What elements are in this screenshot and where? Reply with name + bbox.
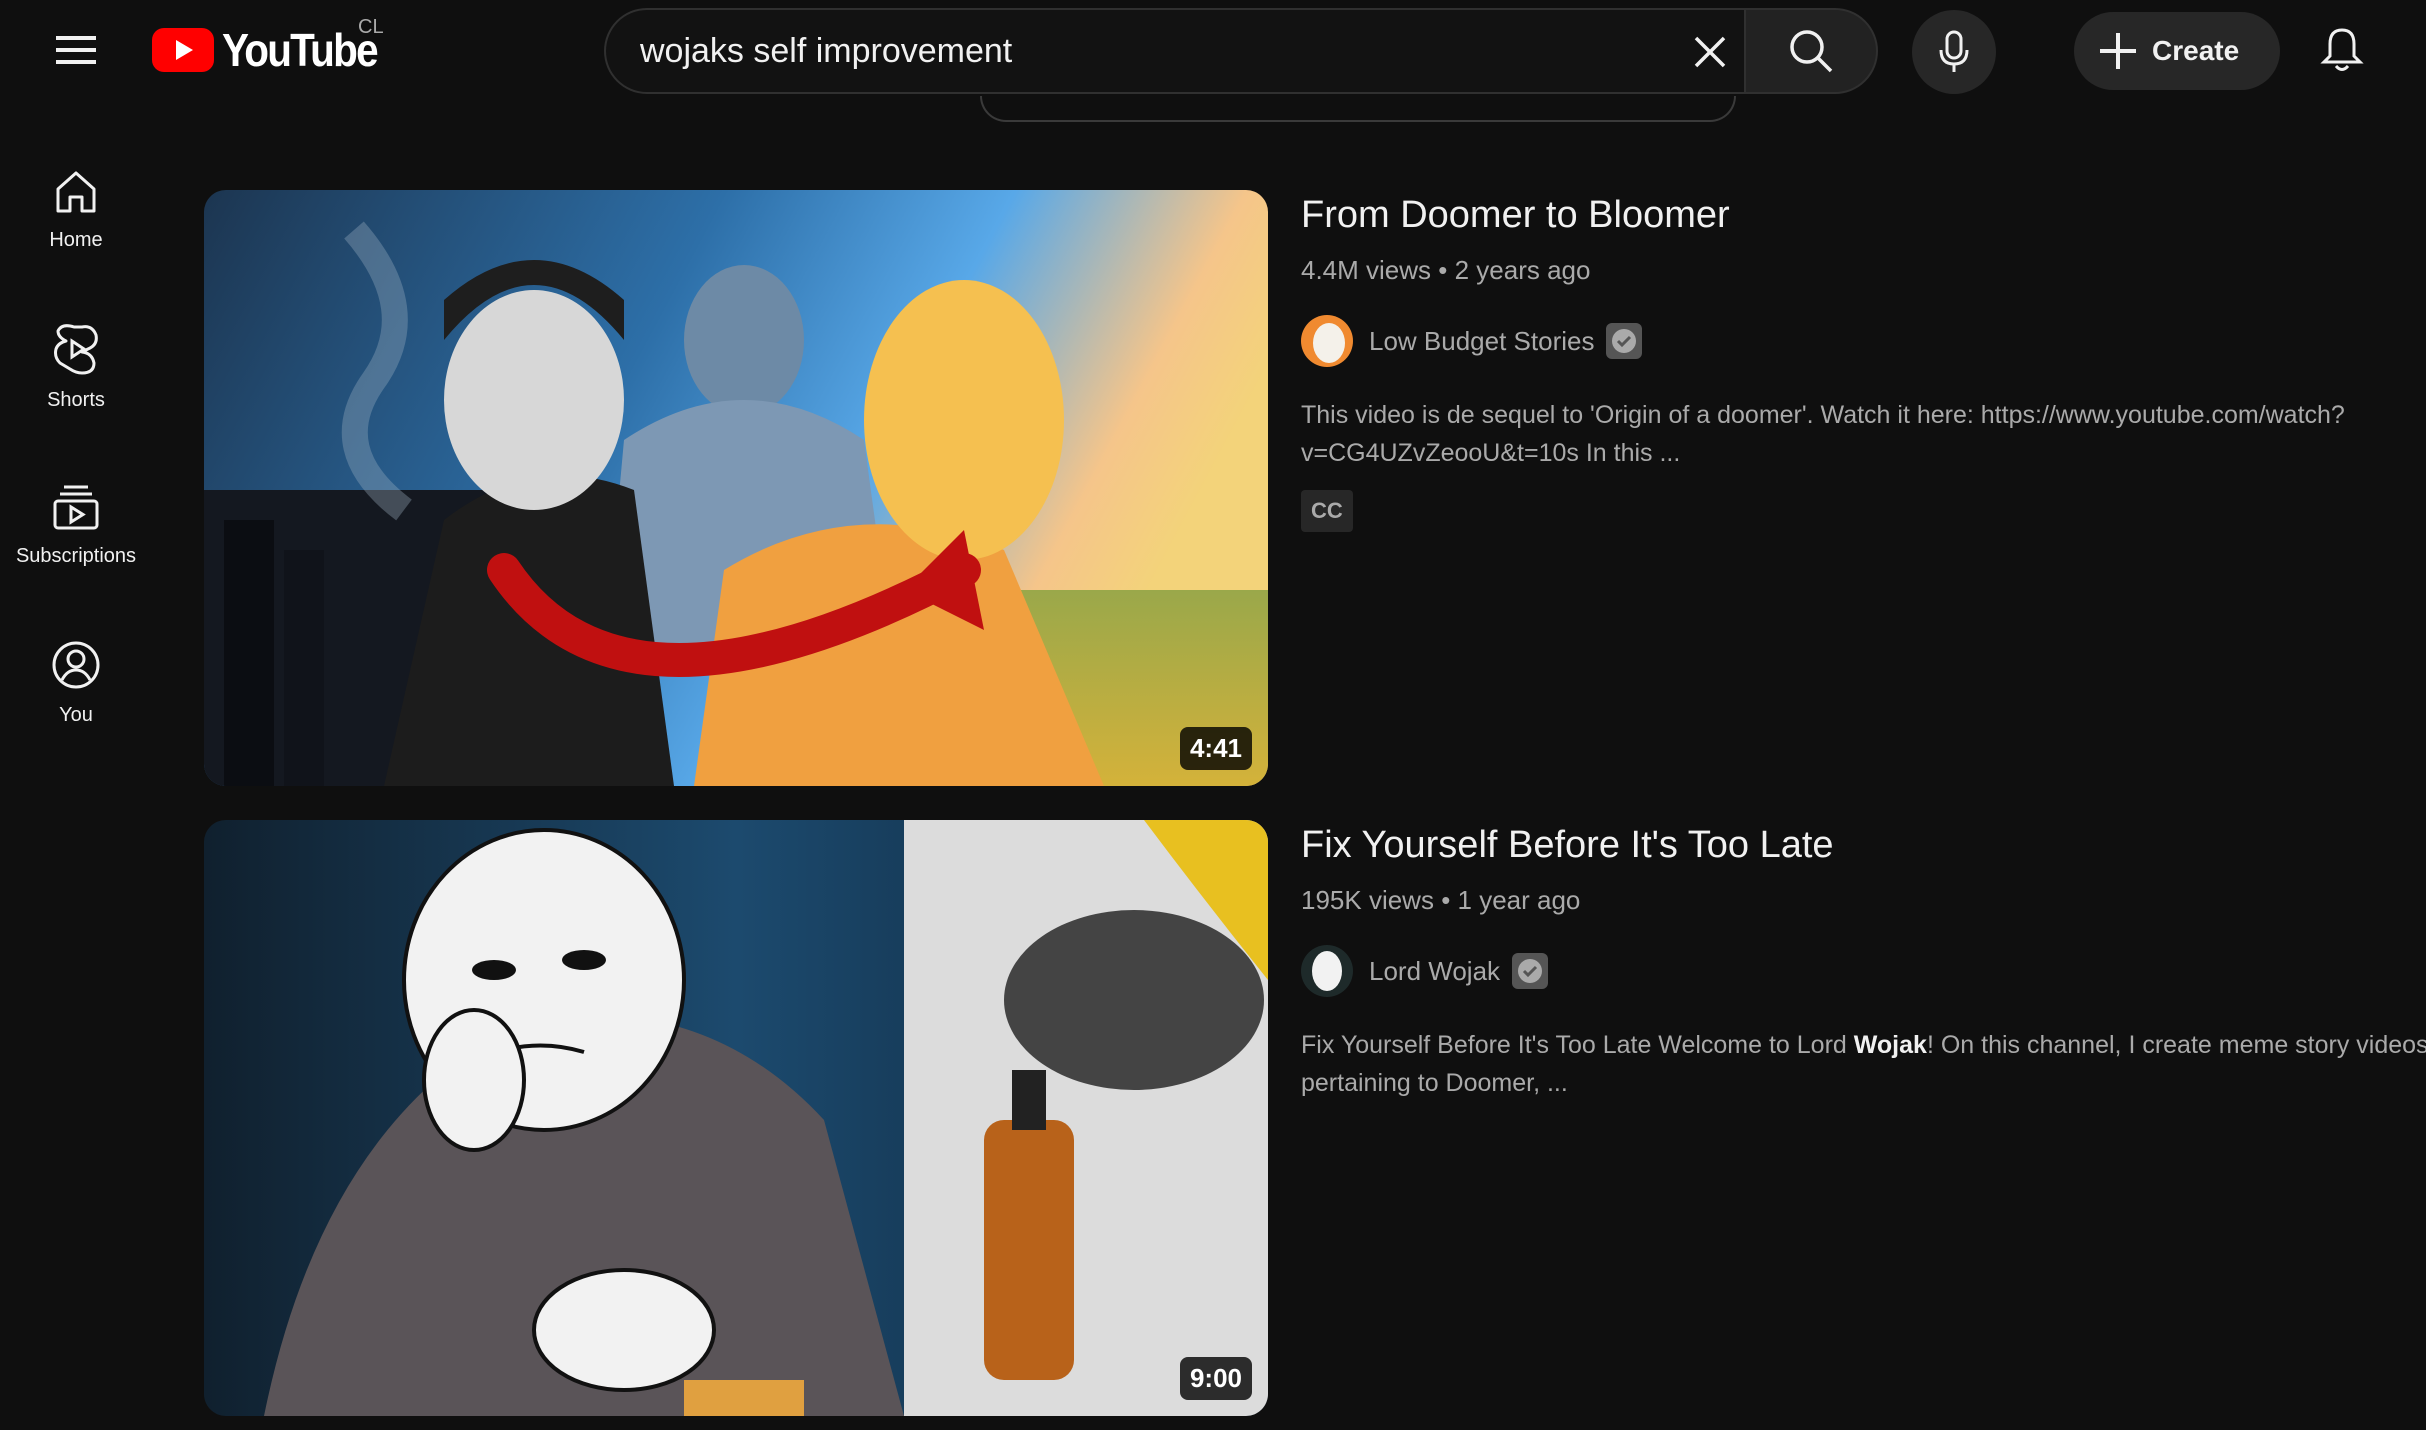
channel-row: Low Budget Stories [1301, 314, 2426, 368]
sidebar-item-label: You [59, 703, 93, 726]
search-input[interactable] [640, 10, 1630, 92]
view-count: 195K views [1301, 885, 1434, 915]
channel-name[interactable]: Lord Wojak [1369, 956, 1500, 987]
sidebar-item-label: Subscriptions [15, 544, 137, 567]
sidebar-item-you[interactable]: You [0, 604, 152, 762]
search-button[interactable] [1744, 8, 1878, 94]
close-icon [1694, 36, 1726, 68]
view-count: 4.4M views [1301, 255, 1432, 285]
upload-age: 2 years ago [1454, 255, 1591, 285]
checkmark-icon [1612, 329, 1637, 353]
video-info: From Doomer to Bloomer 4.4M views • 2 ye… [1301, 190, 2426, 532]
bell-icon [2320, 28, 2364, 71]
video-info: Fix Yourself Before It's Too Late 195K v… [1301, 820, 2426, 1102]
microphone-icon [1939, 30, 1969, 72]
sidebar-item-label: Shorts [47, 388, 105, 411]
video-result: 9:00 Fix Yourself Before It's Too Late 1… [204, 820, 2426, 1420]
channel-row: Lord Wojak [1301, 944, 2426, 998]
thumbnail-image [204, 820, 1268, 1416]
channel-avatar[interactable] [1301, 945, 1353, 997]
thumbnail-image [204, 190, 1268, 786]
verified-badge [1606, 323, 1643, 359]
video-thumbnail[interactable]: 9:00 [204, 820, 1268, 1416]
search-icon [1790, 30, 1833, 73]
subscriptions-icon [53, 485, 99, 529]
video-result: 4:41 From Doomer to Bloomer 4.4M views •… [204, 190, 2426, 790]
description-highlight: Wojak [1853, 1031, 1927, 1059]
avatar-image [1301, 315, 1353, 367]
youtube-play-icon [152, 28, 214, 72]
sidebar: Home Shorts Subscriptions You [0, 130, 152, 762]
sidebar-item-home[interactable]: Home [0, 130, 152, 288]
clear-search-button[interactable] [1682, 24, 1738, 80]
checkmark-icon [1518, 959, 1543, 983]
video-duration: 9:00 [1179, 1357, 1252, 1400]
home-icon [56, 171, 96, 212]
channel-name[interactable]: Low Budget Stories [1369, 326, 1594, 357]
meta-separator: • [1441, 885, 1458, 915]
channel-avatar[interactable] [1301, 315, 1353, 367]
video-meta: 4.4M views • 2 years ago [1301, 255, 2426, 286]
logo-text: YouTube [222, 24, 379, 76]
video-meta: 195K views • 1 year ago [1301, 885, 2426, 916]
meta-separator: • [1438, 255, 1455, 285]
avatar-image [1301, 945, 1353, 997]
filter-chips-edge [980, 96, 1736, 122]
notifications-button[interactable] [2306, 14, 2378, 86]
upload-age: 1 year ago [1457, 885, 1581, 915]
create-label: Create [2152, 35, 2240, 66]
video-thumbnail[interactable]: 4:41 [204, 190, 1268, 786]
create-button[interactable]: Create [2074, 12, 2280, 90]
video-description: Fix Yourself Before It's Too Late Welcom… [1301, 1026, 2426, 1102]
search-box [604, 8, 1746, 94]
video-description: This video is de sequel to 'Origin of a … [1301, 401, 2345, 467]
verified-badge [1512, 953, 1549, 989]
video-title[interactable]: From Doomer to Bloomer [1301, 194, 2426, 237]
sidebar-item-label: Home [49, 228, 103, 251]
plus-icon [2100, 33, 2136, 69]
menu-button[interactable] [40, 18, 112, 82]
voice-search-button[interactable] [1912, 10, 1996, 94]
country-code: CL [358, 16, 384, 38]
video-duration: 4:41 [1179, 727, 1252, 770]
cc-badge: CC [1301, 490, 1353, 532]
description-text: Fix Yourself Before It's Too Late Welcom… [1301, 1031, 1854, 1059]
top-bar: YouTube CL Create [0, 0, 2426, 100]
hamburger-menu-icon [56, 36, 96, 64]
sidebar-item-shorts[interactable]: Shorts [0, 288, 152, 446]
you-icon [52, 641, 100, 688]
sidebar-item-subscriptions[interactable]: Subscriptions [0, 446, 152, 604]
shorts-icon [54, 323, 98, 374]
video-title[interactable]: Fix Yourself Before It's Too Late [1301, 824, 2426, 867]
